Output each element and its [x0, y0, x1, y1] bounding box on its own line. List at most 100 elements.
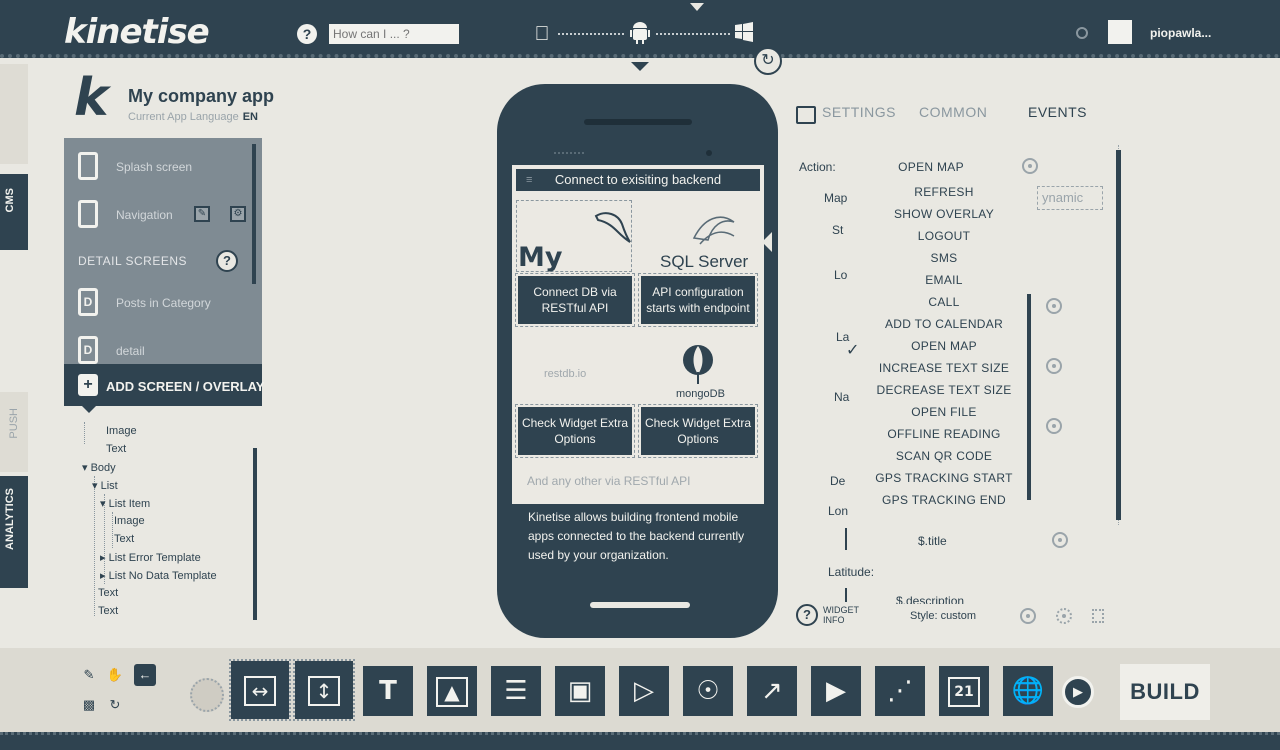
tab-analytics[interactable]: ANALYTICS: [0, 476, 28, 588]
apple-icon[interactable]: : [530, 22, 554, 46]
undo-icon[interactable]: ←: [134, 664, 156, 686]
help-icon[interactable]: ?: [297, 24, 317, 44]
description-value[interactable]: $.description: [896, 594, 964, 604]
redo-icon[interactable]: ↻: [104, 694, 126, 716]
dynamic-field[interactable]: ynamic: [1037, 186, 1103, 210]
app-title[interactable]: My company app: [128, 86, 274, 107]
dropdown-option-decrease-text-size[interactable]: DECREASE TEXT SIZE: [858, 383, 1030, 397]
screen-item-splash[interactable]: Splash screen: [78, 152, 258, 184]
trash-icon[interactable]: [1092, 609, 1104, 623]
detail-help-icon[interactable]: ?: [216, 250, 238, 272]
settings-gear-icon[interactable]: [1076, 27, 1088, 39]
gear-icon[interactable]: [1046, 298, 1062, 314]
calendar-tool[interactable]: 21: [939, 666, 989, 716]
sqlserver-tile[interactable]: SQL Server: [640, 198, 756, 272]
video-tool[interactable]: ▶: [811, 666, 861, 716]
clipboard-icon[interactable]: ▩: [78, 694, 100, 716]
tab-analytics-label: ANALYTICS: [4, 488, 16, 550]
connect-db-button[interactable]: Connect DB via RESTful API: [515, 273, 635, 327]
gallery-tool[interactable]: ▣: [555, 666, 605, 716]
dropdown-option-scan-qr-code[interactable]: SCAN QR CODE: [858, 449, 1030, 463]
avatar[interactable]: [1108, 20, 1132, 44]
video-list-tool[interactable]: ▷: [619, 666, 669, 716]
tab-cms[interactable]: CMS: [0, 174, 28, 250]
dropdown-option-gps-tracking-end[interactable]: GPS TRACKING END: [858, 493, 1030, 507]
hand-icon[interactable]: ✋: [104, 664, 126, 686]
dropdown-option-logout[interactable]: LOGOUT: [858, 229, 1030, 243]
chart-tool[interactable]: ↗: [747, 666, 797, 716]
widget-extra-button[interactable]: Check Widget Extra Options: [515, 404, 635, 458]
image-tool[interactable]: ▲: [427, 666, 477, 716]
map-tool[interactable]: ☉: [683, 666, 733, 716]
screen-header[interactable]: ≡ Connect to exisiting backend: [516, 169, 760, 191]
tree-item[interactable]: Text: [98, 587, 118, 599]
gear-icon[interactable]: [1046, 358, 1062, 374]
dropdown-option-show-overlay[interactable]: SHOW OVERLAY: [858, 207, 1030, 221]
add-screen-button[interactable]: + ADD SCREEN / OVERLAY: [64, 364, 264, 406]
tree-item[interactable]: ▾ Body: [82, 461, 116, 474]
tree-item[interactable]: Image: [106, 425, 137, 437]
screens-scrollbar[interactable]: [252, 144, 256, 284]
palette-icon[interactable]: [190, 678, 224, 712]
share-tool[interactable]: ⋰: [875, 666, 925, 716]
windows-icon[interactable]: [732, 22, 756, 46]
edit-icon[interactable]: ✎: [194, 206, 210, 222]
search-input[interactable]: [329, 24, 459, 44]
android-icon[interactable]: [628, 22, 652, 46]
tree-item[interactable]: Image: [114, 515, 145, 527]
dropdown-option-refresh[interactable]: REFRESH: [858, 185, 1030, 199]
gear-icon[interactable]: [1046, 418, 1062, 434]
screen-item-posts-in-category[interactable]: D Posts in Category: [78, 288, 258, 320]
mysql-tile[interactable]: My: [516, 198, 632, 273]
build-button[interactable]: BUILD: [1120, 664, 1210, 720]
mongodb-tile[interactable]: mongoDB: [640, 340, 756, 404]
tab-settings[interactable]: SETTINGS: [822, 104, 896, 120]
widget-extra-button[interactable]: Check Widget Extra Options: [638, 404, 758, 458]
tab-push[interactable]: PUSH: [0, 392, 28, 472]
app-language[interactable]: Current App Language EN: [128, 111, 258, 123]
phone-speaker: [584, 119, 692, 125]
horizontal-container-tool[interactable]: ↔: [229, 659, 291, 721]
api-config-button[interactable]: API configuration starts with endpoint: [638, 273, 758, 327]
dropdown-option-email[interactable]: EMAIL: [858, 273, 1030, 287]
style-gear-icon[interactable]: [1020, 608, 1036, 624]
dropdown-option-offline-reading[interactable]: OFFLINE READING: [858, 427, 1030, 441]
tree-item[interactable]: Text: [98, 605, 118, 617]
title-value[interactable]: $.title: [918, 534, 947, 548]
tree-item[interactable]: Text: [106, 443, 126, 455]
pencil-icon[interactable]: ✎: [78, 664, 100, 686]
settings-icon[interactable]: ⚙: [230, 206, 246, 222]
text-tool[interactable]: T: [363, 666, 413, 716]
play-icon[interactable]: ▶: [1062, 676, 1094, 708]
action-select-value[interactable]: OPEN MAP: [876, 160, 986, 174]
kinetise-logo[interactable]: kinetise: [64, 12, 210, 52]
restdb-tile[interactable]: restdb.io: [516, 340, 632, 404]
copy-icon[interactable]: [1056, 608, 1072, 624]
tree-item[interactable]: ▾ List Item: [100, 497, 150, 510]
dropdown-option-call[interactable]: CALL: [858, 295, 1030, 309]
right-scrollbar[interactable]: [1116, 150, 1121, 520]
tab-events[interactable]: EVENTS: [1028, 104, 1087, 120]
list-tool[interactable]: ☰: [491, 666, 541, 716]
tree-item[interactable]: Text: [114, 533, 134, 545]
dropdown-option-gps-tracking-start[interactable]: GPS TRACKING START: [858, 471, 1030, 485]
tree-scrollbar[interactable]: [253, 448, 257, 620]
vertical-container-tool[interactable]: ↕: [293, 659, 355, 721]
dropdown-option-sms[interactable]: SMS: [858, 251, 1030, 265]
dropdown-option-open-map[interactable]: OPEN MAP: [858, 339, 1030, 353]
tree-item[interactable]: ▸ List Error Template: [100, 551, 201, 564]
user-name[interactable]: piopawla...: [1150, 26, 1211, 40]
tab-common[interactable]: COMMON: [919, 104, 987, 120]
tree-item[interactable]: ▾ List: [92, 479, 118, 492]
gear-icon[interactable]: [1052, 532, 1068, 548]
screen-item-navigation[interactable]: Navigation ✎ ⚙: [78, 200, 258, 232]
dropdown-option-increase-text-size[interactable]: INCREASE TEXT SIZE: [858, 361, 1030, 375]
dropdown-option-open-file[interactable]: OPEN FILE: [858, 405, 1030, 419]
refresh-icon[interactable]: ↻: [754, 47, 782, 75]
gear-icon[interactable]: [1022, 158, 1038, 174]
dropdown-option-add-to-calendar[interactable]: ADD TO CALENDAR: [858, 317, 1030, 331]
web-browser-tool[interactable]: 🌐: [1003, 666, 1053, 716]
screen-item-detail[interactable]: D detail: [78, 336, 258, 364]
tree-item[interactable]: ▸ List No Data Template: [100, 569, 217, 582]
dropdown-scrollbar[interactable]: [1027, 294, 1031, 500]
